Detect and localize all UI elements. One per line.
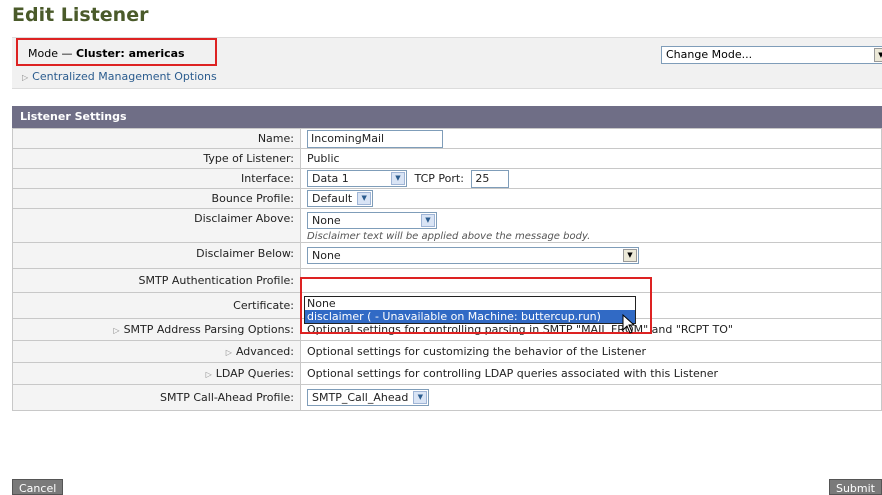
ldap-desc: Optional settings for controlling LDAP q… [300, 362, 882, 385]
row-type: Type of Listener: Public [12, 148, 882, 169]
row-callahead: SMTP Call-Ahead Profile: SMTP_Call_Ahead… [12, 384, 882, 411]
disclaimer-above-label: Disclaimer Above: [12, 208, 301, 243]
row-disclaimer-above: Disclaimer Above: None ▼ Disclaimer text … [12, 208, 882, 243]
advanced-toggle[interactable]: ▷ Advanced: [12, 340, 301, 363]
listener-settings-panel: Listener Settings Name: IncomingMail Typ… [12, 106, 882, 411]
callahead-value: SMTP_Call_Ahead [312, 391, 409, 404]
expand-arrow-icon: ▷ [205, 370, 212, 379]
expand-arrow-icon: ▷ [22, 73, 29, 82]
row-interface: Interface: Data 1 ▼ TCP Port: 25 [12, 168, 882, 189]
callahead-label: SMTP Call-Ahead Profile: [12, 384, 301, 411]
tcp-port-input[interactable]: 25 [471, 169, 510, 188]
ldap-toggle[interactable]: ▷ LDAP Queries: [12, 362, 301, 385]
bounce-value: Default [312, 192, 353, 205]
expand-arrow-icon: ▷ [113, 326, 120, 335]
chevron-down-icon: ▼ [413, 391, 428, 404]
smtp-auth-label: SMTP Authentication Profile: [12, 268, 301, 293]
type-label: Type of Listener: [12, 148, 301, 169]
tcp-port-label: TCP Port: [414, 171, 464, 185]
panel-header: Listener Settings [12, 106, 882, 128]
mouse-cursor-icon [622, 314, 636, 334]
row-disclaimer-below: Disclaimer Below: None ▼ [12, 242, 882, 269]
change-mode-select[interactable]: Change Mode... ▼ [661, 46, 882, 64]
disclaimer-below-options: None disclaimer ( - Unavailable on Machi… [304, 296, 636, 324]
certificate-label: Certificate: [12, 292, 301, 319]
chevron-down-icon: ▼ [421, 213, 435, 227]
centralized-management-link[interactable]: ▷ Centralized Management Options [22, 70, 217, 83]
bounce-label: Bounce Profile: [12, 188, 301, 209]
name-input[interactable]: IncomingMail [307, 129, 443, 148]
centralized-management-label: Centralized Management Options [32, 70, 217, 83]
address-parsing-label: SMTP Address Parsing Options: [123, 323, 294, 336]
disclaimer-below-label: Disclaimer Below: [12, 242, 301, 269]
bounce-select[interactable]: Default ▼ [307, 190, 374, 207]
advanced-label: Advanced: [235, 345, 294, 358]
disclaimer-below-value: None [312, 249, 341, 262]
option-disclaimer[interactable]: disclaimer ( - Unavailable on Machine: b… [305, 310, 635, 323]
name-label: Name: [12, 128, 301, 149]
chevron-down-icon: ▼ [874, 48, 882, 62]
interface-select[interactable]: Data 1 ▼ [307, 170, 407, 187]
ldap-label: LDAP Queries: [215, 367, 294, 380]
advanced-desc: Optional settings for customizing the be… [300, 340, 882, 363]
row-bounce: Bounce Profile: Default ▼ [12, 188, 882, 209]
option-none[interactable]: None [305, 297, 635, 310]
row-name: Name: IncomingMail [12, 128, 882, 149]
chevron-down-icon: ▼ [391, 172, 405, 185]
row-ldap: ▷ LDAP Queries: Optional settings for con… [12, 362, 882, 385]
row-smtp-auth: SMTP Authentication Profile: [12, 268, 882, 293]
page-title: Edit Listener [12, 4, 149, 26]
chevron-down-icon: ▼ [623, 249, 637, 262]
interface-label: Interface: [12, 168, 301, 189]
mode-bar: Mode — Cluster: americas ▷ Centralized Ma… [12, 37, 882, 89]
disclaimer-above-select[interactable]: None ▼ [307, 211, 437, 229]
callahead-select[interactable]: SMTP_Call_Ahead ▼ [307, 389, 430, 406]
settings-table: Name: IncomingMail Type of Listener: Pub… [12, 128, 882, 411]
chevron-down-icon: ▼ [357, 192, 372, 205]
type-value: Public [300, 148, 882, 169]
mode-label: Mode — Cluster: americas [16, 38, 217, 66]
expand-arrow-icon: ▷ [225, 348, 232, 357]
disclaimer-above-hint: Disclaimer text will be applied above th… [307, 230, 591, 242]
interface-value: Data 1 [312, 172, 349, 185]
mode-cluster: Cluster: americas [75, 47, 185, 60]
mode-prefix: Mode — [28, 47, 76, 60]
row-advanced: ▷ Advanced: Optional settings for customi… [12, 340, 882, 363]
address-parsing-toggle[interactable]: ▷ SMTP Address Parsing Options: [12, 318, 301, 341]
disclaimer-below-select[interactable]: None ▼ [307, 247, 639, 264]
disclaimer-above-value: None [312, 213, 341, 227]
change-mode-value: Change Mode... [666, 48, 753, 61]
